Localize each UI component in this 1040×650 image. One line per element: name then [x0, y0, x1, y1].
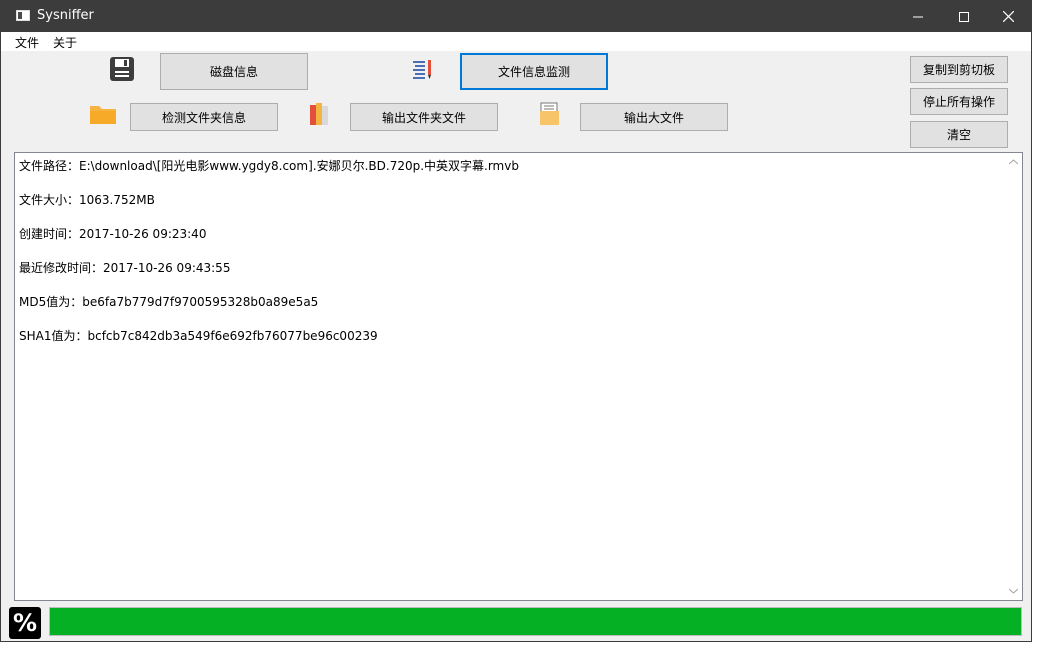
output-line: 最近修改时间：2017-10-26 09:43:55: [19, 261, 231, 275]
minimize-button[interactable]: [895, 1, 941, 32]
maximize-button[interactable]: [941, 1, 987, 32]
output-line: SHA1值为：bcfcb7c842db3a549f6e692fb76077be9…: [19, 329, 378, 343]
maximize-icon: [959, 11, 969, 22]
disk-info-button[interactable]: 磁盘信息: [160, 53, 308, 90]
menu-file[interactable]: 文件: [15, 34, 39, 51]
books-icon: [309, 103, 331, 131]
menu-bar: 文件 关于: [1, 32, 1031, 51]
title-bar[interactable]: Sysniffer: [1, 1, 1031, 32]
vertical-scrollbar[interactable]: [1005, 153, 1022, 600]
window-title: Sysniffer: [37, 8, 94, 23]
close-button[interactable]: [985, 1, 1031, 32]
output-line: MD5值为：be6fa7b779d7f9700595328b0a89e5a5: [19, 295, 319, 309]
output-textarea[interactable]: 文件路径：E:\download\[阳光电影www.ygdy8.com].安娜贝…: [14, 152, 1023, 601]
document-pen-icon: [412, 58, 434, 86]
close-icon: [1002, 11, 1014, 22]
copy-clipboard-button[interactable]: 复制到剪切板: [910, 56, 1008, 83]
save-disk-icon: [109, 56, 135, 86]
export-folder-files-button[interactable]: 输出文件夹文件: [350, 103, 498, 131]
app-window: Sysniffer 文件 关于 磁盘信息 文件信息监测 复制到剪切板 检测文件夹…: [0, 0, 1032, 642]
check-folder-button[interactable]: 检测文件夹信息: [130, 103, 278, 131]
output-line: 文件大小：1063.752MB: [19, 193, 155, 207]
menu-about[interactable]: 关于: [53, 34, 77, 51]
output-line: 文件路径：E:\download\[阳光电影www.ygdy8.com].安娜贝…: [19, 159, 519, 173]
stop-all-button[interactable]: 停止所有操作: [910, 88, 1008, 115]
clear-button[interactable]: 清空: [910, 121, 1008, 148]
scroll-up-icon[interactable]: [1009, 159, 1018, 165]
export-large-files-button[interactable]: 输出大文件: [580, 103, 728, 131]
progress-fill: [50, 608, 1021, 635]
output-line: 创建时间：2017-10-26 09:23:40: [19, 227, 207, 241]
progress-bar: [49, 607, 1022, 636]
minimize-icon: [913, 16, 923, 17]
folder-icon: [89, 102, 117, 130]
file-monitor-button[interactable]: 文件信息监测: [460, 53, 608, 90]
app-icon: [16, 10, 30, 21]
window-margin: [1032, 0, 1040, 650]
scroll-down-icon[interactable]: [1009, 588, 1018, 594]
file-cabinet-icon: [539, 102, 561, 130]
percent-icon: %: [9, 607, 41, 639]
